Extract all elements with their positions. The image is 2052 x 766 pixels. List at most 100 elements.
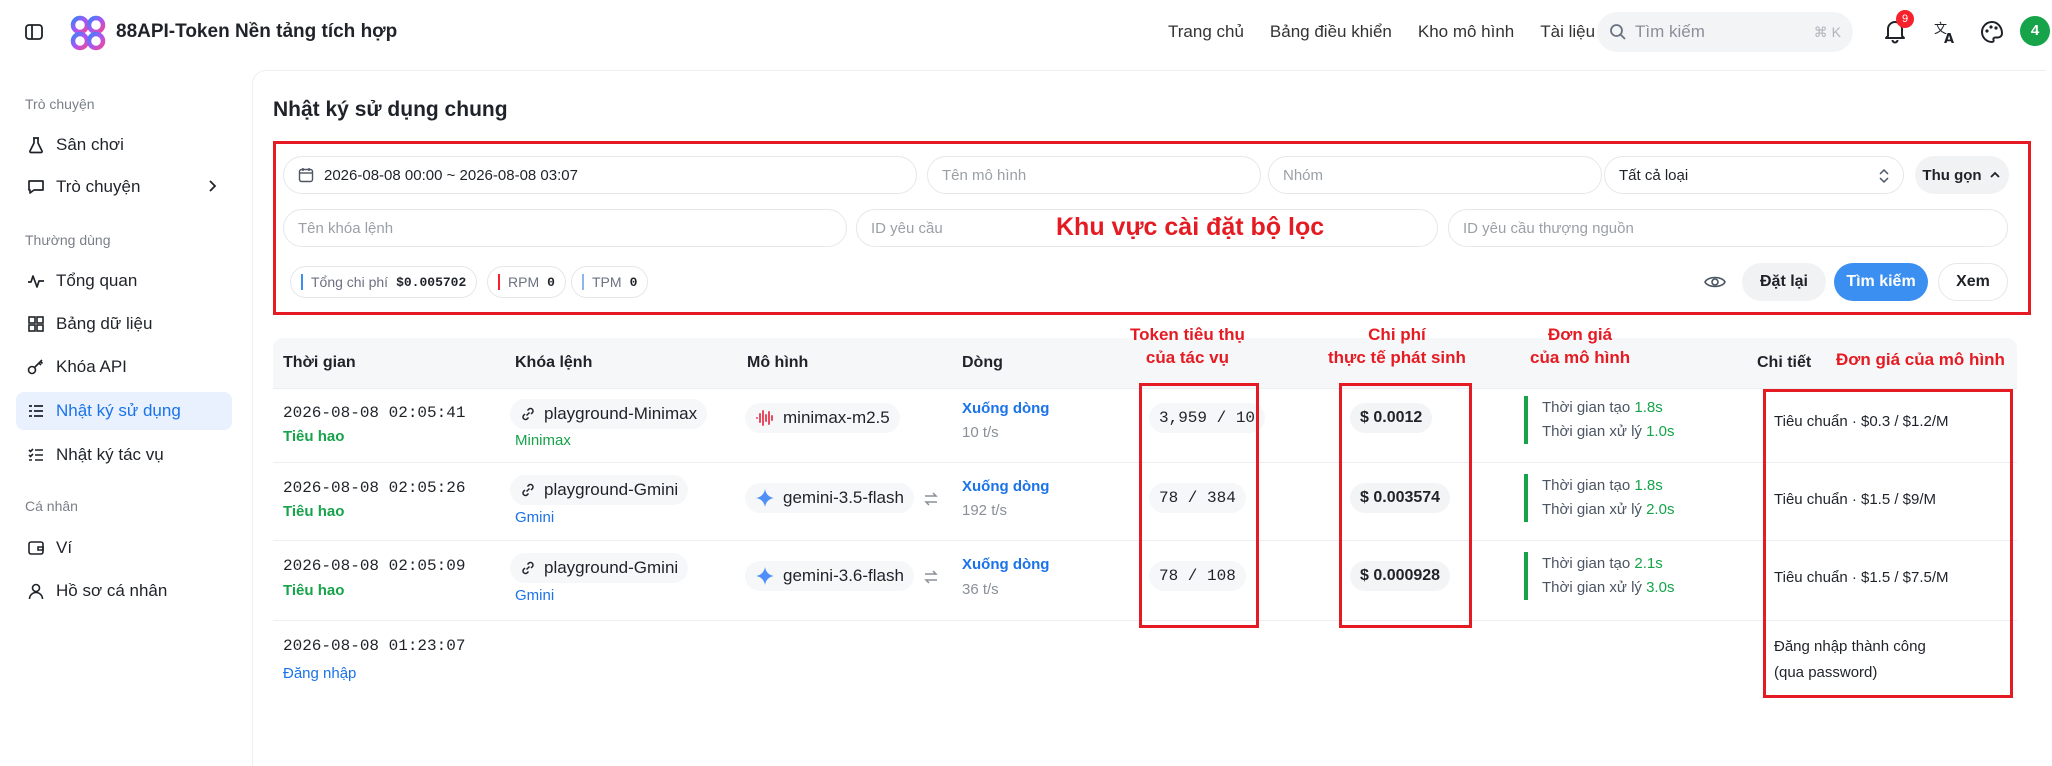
col-key[interactable]: Khóa lệnh: [515, 354, 592, 372]
nav-home[interactable]: Trang chủ: [1168, 22, 1244, 42]
model-name-placeholder: Tên mô hình: [942, 166, 1027, 184]
collapse-button[interactable]: Thu gọn: [1915, 156, 2009, 194]
gemini-icon: [756, 489, 774, 507]
stream-type: Xuống dòng: [962, 556, 1050, 573]
process-time: 3.0s: [1646, 579, 1675, 596]
token-column-highlight: [1139, 383, 1259, 628]
key-name-placeholder: Tên khóa lệnh: [298, 219, 394, 237]
create-label: Thời gian tạo: [1542, 555, 1631, 572]
model-chip[interactable]: gemini-3.6-flash: [745, 561, 914, 591]
palette-icon[interactable]: [1979, 19, 2005, 45]
sidebar-item-label: Bảng dữ liệu: [56, 314, 153, 333]
upstream-request-id-input[interactable]: ID yêu cầu thượng nguồn: [1448, 209, 2008, 247]
sidebar-toggle-icon[interactable]: [22, 20, 46, 44]
annotation-line: thực tế phát sinh: [1328, 348, 1466, 367]
collapse-label: Thu gọn: [1922, 166, 1982, 184]
key-chip[interactable]: playground-Gmini: [510, 475, 689, 505]
stat-value: 0: [629, 274, 638, 290]
row-time: 2026-08-08 01:23:07: [283, 637, 466, 655]
stat-rpm: RPM 0: [487, 266, 566, 298]
calendar-icon: [298, 168, 314, 183]
sidebar-item-playground[interactable]: Sân chơi: [16, 126, 232, 164]
date-range-picker[interactable]: 2026-08-08 00:00 ~ 2026-08-08 03:07: [283, 156, 917, 194]
swap-icon[interactable]: [922, 568, 940, 586]
group-input[interactable]: Nhóm: [1268, 156, 1602, 194]
search-placeholder: Tìm kiếm: [1635, 22, 1705, 41]
annotation-line: của mô hình: [1530, 348, 1631, 367]
stat-total-cost: Tổng chi phí $0.005702: [290, 266, 478, 298]
date-range-value: 2026-08-08 00:00 ~ 2026-08-08 03:07: [324, 166, 578, 184]
nav-model-store[interactable]: Kho mô hình: [1418, 22, 1514, 42]
key-name-input[interactable]: Tên khóa lệnh: [283, 209, 847, 247]
sidebar-section-chat: Trò chuyện: [25, 96, 95, 112]
stat-bar: [498, 274, 500, 290]
sidebar-item-data-board[interactable]: Bảng dữ liệu: [16, 305, 232, 343]
create-label: Thời gian tạo: [1542, 477, 1631, 494]
key-chip[interactable]: playground-Gmini: [510, 553, 689, 583]
model-name: gemini-3.5-flash: [783, 488, 904, 507]
search-shortcut: ⌘ K: [1813, 23, 1841, 40]
tasks-icon: [26, 445, 46, 465]
nav-docs[interactable]: Tài liệu: [1540, 22, 1595, 42]
model-chip[interactable]: gemini-3.5-flash: [745, 483, 914, 513]
app-title[interactable]: 88API-Token Nền tảng tích hợp: [116, 21, 397, 43]
log-icon: [26, 401, 46, 421]
sidebar-item-usage-log[interactable]: Nhật ký sử dụng: [16, 392, 232, 430]
col-time[interactable]: Thời gian: [283, 354, 356, 372]
row-type: Tiêu hao: [283, 503, 345, 520]
type-select[interactable]: Tất cả loại: [1604, 156, 1904, 194]
sidebar-item-api-key[interactable]: Khóa API: [16, 348, 232, 386]
chevron-up-icon: [1989, 171, 2000, 178]
updown-icon: [1879, 168, 1889, 184]
search-button[interactable]: Tìm kiếm: [1834, 263, 1928, 301]
sidebar-item-overview[interactable]: Tổng quan: [16, 262, 232, 300]
chevron-right-icon: [204, 178, 220, 199]
search-icon: [1610, 24, 1626, 40]
minimax-icon: [756, 410, 773, 426]
avatar[interactable]: 4: [2020, 16, 2050, 46]
stat-bar: [301, 274, 303, 290]
timing-info: Thời gian tạo 1.8s Thời gian xử lý 1.0s: [1524, 396, 1674, 444]
swap-icon[interactable]: [922, 490, 940, 508]
svg-text:A: A: [1944, 32, 1954, 45]
detail-column-highlight: [1763, 389, 2013, 698]
view-button[interactable]: Xem: [1938, 263, 2008, 301]
top-header: 88API-Token Nền tảng tích hợp Trang chủ …: [0, 0, 2052, 64]
key-name: playground-Gmini: [544, 480, 679, 499]
nav-dashboard[interactable]: Bảng điều khiển: [1270, 22, 1392, 42]
sidebar-item-wallet[interactable]: Ví: [16, 529, 232, 567]
model-name-input[interactable]: Tên mô hình: [927, 156, 1261, 194]
sidebar-item-profile[interactable]: Hồ sơ cá nhân: [16, 572, 232, 610]
annotation-detail: Đơn giá của mô hình: [1836, 350, 2005, 369]
stat-label: TPM: [592, 274, 622, 290]
tokens-per-second: 36 t/s: [962, 581, 999, 598]
key-chip[interactable]: playground-Minimax: [510, 399, 708, 429]
annotation-price: Đơn giá của mô hình: [1530, 323, 1630, 369]
model-name: gemini-3.6-flash: [783, 566, 904, 585]
stat-tpm: TPM 0: [571, 266, 649, 298]
app-logo[interactable]: [70, 15, 106, 51]
sidebar-item-label: Nhật ký tác vụ: [56, 445, 164, 464]
reset-button[interactable]: Đặt lại: [1742, 263, 1826, 301]
stat-value: $0.005702: [396, 274, 467, 290]
link-icon: [522, 483, 534, 497]
create-time: 1.8s: [1634, 477, 1663, 494]
sidebar-item-label: Nhật ký sử dụng: [56, 401, 181, 420]
col-stream[interactable]: Dòng: [962, 354, 1003, 372]
col-model[interactable]: Mô hình: [747, 354, 808, 372]
annotation-line: Token tiêu thụ: [1130, 325, 1245, 344]
global-search[interactable]: Tìm kiếm ⌘ K: [1597, 12, 1853, 52]
request-id-placeholder: ID yêu cầu: [871, 219, 943, 237]
translate-icon[interactable]: 文A: [1932, 19, 1958, 47]
link-icon: [522, 407, 534, 421]
sidebar-item-task-log[interactable]: Nhật ký tác vụ: [16, 436, 232, 474]
page-title: Nhật ký sử dụng chung: [273, 98, 508, 121]
eye-icon[interactable]: [1703, 270, 1727, 294]
activity-icon: [26, 271, 46, 291]
sidebar-item-chat[interactable]: Trò chuyện: [16, 168, 232, 206]
annotation-line: của tác vụ: [1145, 348, 1230, 367]
model-chip[interactable]: minimax-m2.5: [745, 403, 900, 433]
sidebar-item-label: Ví: [56, 538, 73, 557]
key-group: Minimax: [515, 432, 571, 449]
col-detail[interactable]: Chi tiết: [1757, 354, 1811, 372]
